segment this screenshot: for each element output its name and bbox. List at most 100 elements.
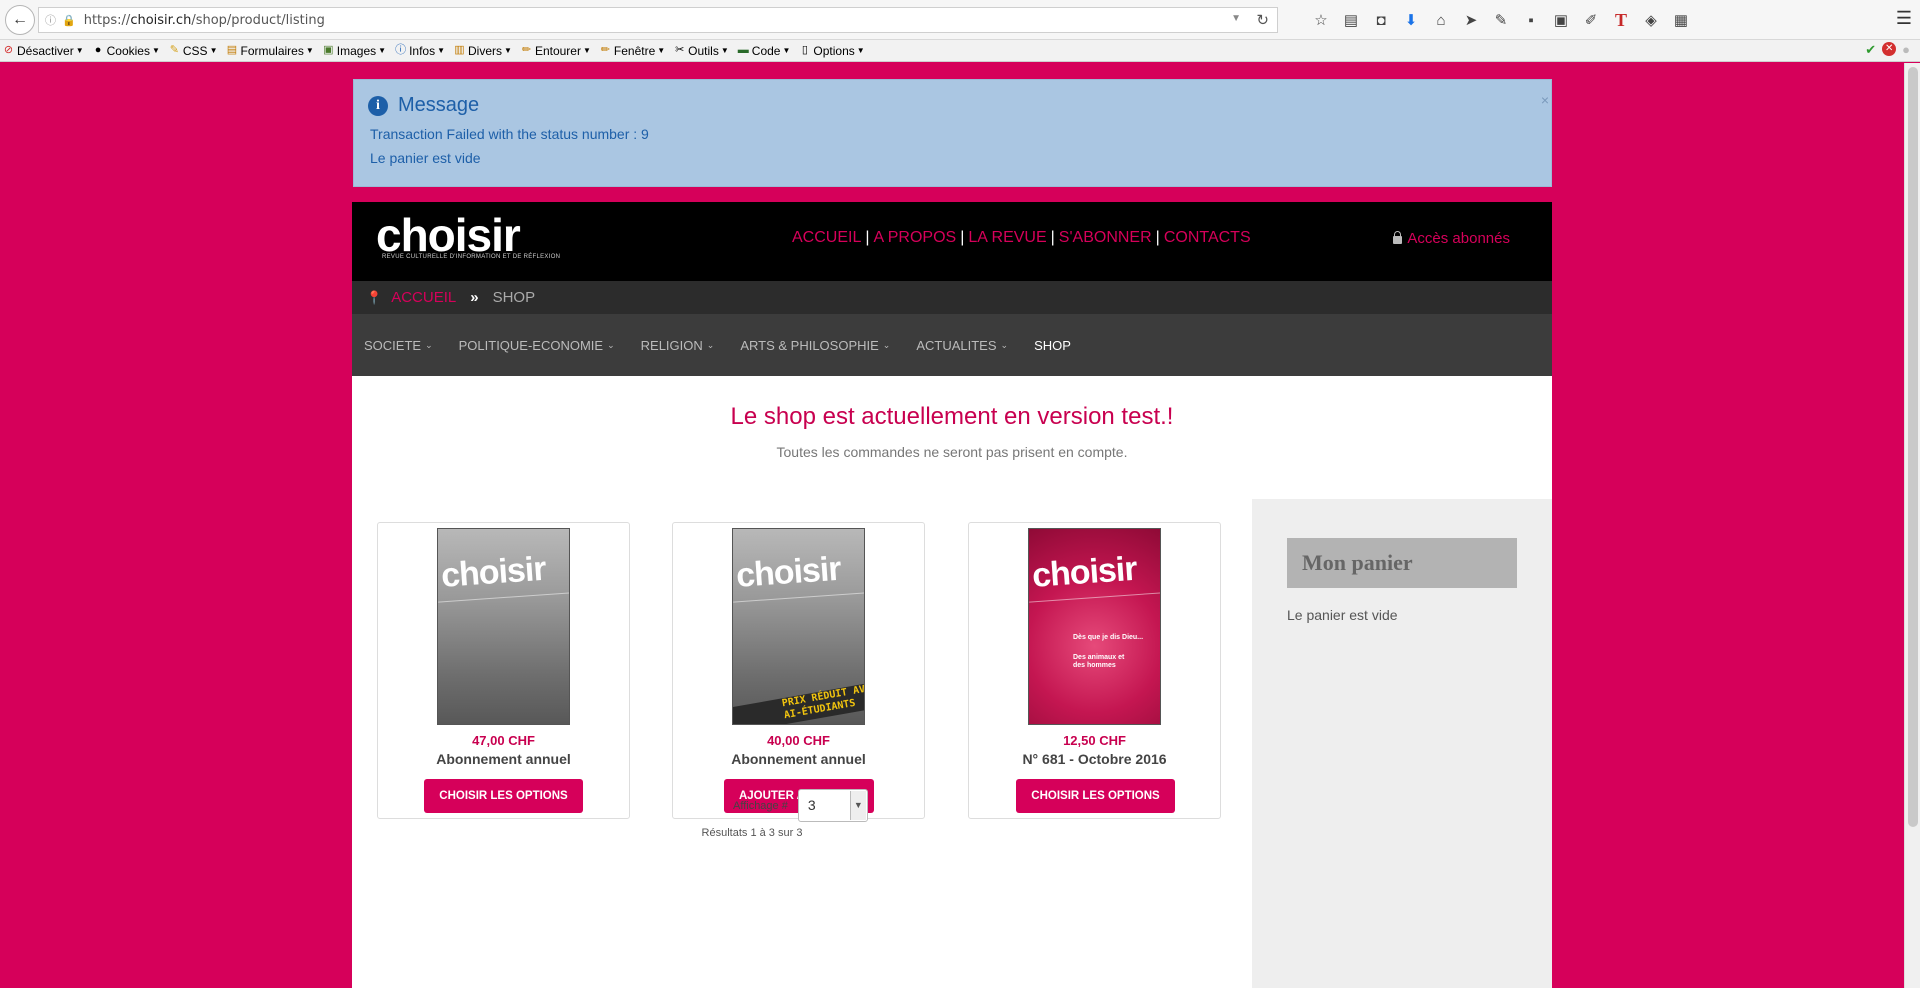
dev-menu-misc[interactable]: ▥ Divers ▼ <box>453 44 512 58</box>
product-card: choisir PRIX RÉDUIT AVS-AI-ÉTUDIANTS 40,… <box>672 522 925 819</box>
dev-menu-code[interactable]: ▬ Code ▼ <box>737 44 791 58</box>
breadcrumb-current: SHOP <box>492 289 536 306</box>
info-icon: ⓘ <box>395 44 407 56</box>
pocket-icon[interactable]: ◘ <box>1366 8 1396 32</box>
reload-icon[interactable]: ↻ <box>1256 11 1269 29</box>
url-text[interactable]: https://choisir.ch/shop/product/listing <box>84 13 325 28</box>
menu-politique-economie[interactable]: POLITIQUE-ECONOMIE ⌄ <box>459 338 615 353</box>
page: i Message × Transaction Failed with the … <box>352 63 1552 988</box>
breadcrumb-home[interactable]: ACCUEIL <box>391 289 456 306</box>
product-cover-image[interactable]: choisir PRIX RÉDUIT AVS-AI-ÉTUDIANTS <box>732 528 865 725</box>
chevron-down-icon: ⌄ <box>425 339 433 350</box>
scrollbar[interactable] <box>1904 63 1920 988</box>
chevron-down-icon[interactable]: ▼ <box>849 791 866 820</box>
dev-menu-infos[interactable]: ⓘ Infos ▼ <box>394 44 445 58</box>
cover-stripe: PRIX RÉDUIT AVS-AI-ÉTUDIANTS <box>733 679 864 724</box>
status-circle-icon[interactable]: ● <box>1902 42 1910 58</box>
back-icon[interactable]: ← <box>5 4 35 35</box>
nav-contacts[interactable]: CONTACTS <box>1164 229 1251 247</box>
bookmark-star-icon[interactable]: ☆ <box>1306 8 1336 32</box>
chevron-down-icon: ⌄ <box>882 339 891 350</box>
nav-la-revue[interactable]: LA REVUE <box>968 229 1046 247</box>
eyedropper-icon[interactable]: ✎ <box>1486 8 1516 32</box>
cover-logo: choisir <box>734 549 842 595</box>
info-icon[interactable]: ⓘ <box>45 12 56 28</box>
subscriber-access-label: Accès abonnés <box>1407 230 1510 247</box>
menu-shop[interactable]: SHOP <box>1034 338 1071 353</box>
dev-menu-cookies[interactable]: ● Cookies ▼ <box>92 44 160 58</box>
scrollbar-thumb[interactable] <box>1908 67 1918 827</box>
tools-icon: ✂ <box>675 44 685 56</box>
product-price: 47,00 CHF <box>472 733 535 748</box>
menu-societe[interactable]: SOCIETE ⌄ <box>364 338 433 353</box>
pencil-icon: ✏ <box>600 44 610 56</box>
shop-content: Le shop est actuellement en version test… <box>352 376 1552 988</box>
product-name[interactable]: Abonnement annuel <box>673 751 924 767</box>
close-icon[interactable]: × <box>1541 92 1549 108</box>
site-logo[interactable]: choisir <box>376 212 521 258</box>
text-tool-icon[interactable]: T <box>1606 8 1636 32</box>
site-header: choisir REVUE CULTURELLE D'INFORMATION E… <box>352 202 1552 281</box>
cover-logo: choisir <box>439 549 547 595</box>
url-dropdown-icon[interactable]: ▼ <box>1231 13 1241 24</box>
download-icon[interactable]: ⬇ <box>1396 8 1426 32</box>
double-chevron-icon: » <box>470 289 479 306</box>
top-nav: ACCUEIL | A PROPOS | LA REVUE | S'ABONNER | … <box>792 229 1251 247</box>
dev-menu-options[interactable]: ▯ Options ▼ <box>798 44 865 58</box>
menu-religion[interactable]: RELIGION ⌄ <box>641 338 715 353</box>
screenshot-icon[interactable]: ▣ <box>1546 8 1576 32</box>
cover-text: Dès que je dis Dieu... <box>1073 634 1144 641</box>
chevron-down-icon: ⌄ <box>607 339 615 350</box>
check-icon[interactable]: ✔ <box>1865 42 1876 58</box>
dev-menu-images[interactable]: ▣ Images ▼ <box>322 44 386 58</box>
nav-accueil[interactable]: ACCUEIL <box>792 229 861 247</box>
chevron-down-icon: ⌄ <box>706 339 715 350</box>
subscriber-access-link[interactable]: Accès abonnés <box>1393 230 1510 247</box>
nav-sabonner[interactable]: S'ABONNER <box>1059 229 1152 247</box>
breadcrumb: 📍 ACCUEIL » SHOP <box>352 281 1552 314</box>
send-icon[interactable]: ➤ <box>1456 8 1486 32</box>
ruler-icon[interactable]: ◈ <box>1636 8 1666 32</box>
main-menu: SOCIETE ⌄ POLITIQUE-ECONOMIE ⌄ RELIGION ⌄ A… <box>352 314 1552 376</box>
dev-menu-tools[interactable]: ✂ Outils ▼ <box>673 44 729 58</box>
dev-menu-outline[interactable]: ✏ Entourer ▼ <box>520 44 591 58</box>
nav-a-propos[interactable]: A PROPOS <box>874 229 957 247</box>
misc-icon: ▥ <box>454 44 465 56</box>
addon-icon[interactable]: ▦ <box>1666 8 1696 32</box>
product-name[interactable]: Abonnement annuel <box>378 751 629 767</box>
lock-icon <box>1393 230 1403 244</box>
dev-menu-forms[interactable]: ▤ Formulaires ▼ <box>226 44 314 58</box>
dev-menu-window[interactable]: ✏ Fenêtre ▼ <box>599 44 665 58</box>
menu-arts-philosophie[interactable]: ARTS & PHILOSOPHIE ⌄ <box>740 338 890 353</box>
forbidden-icon: ⊘ <box>3 44 14 56</box>
product-name[interactable]: N° 681 - Octobre 2016 <box>969 751 1220 767</box>
results-count: Résultats 1 à 3 sur 3 <box>701 827 803 839</box>
choose-options-button[interactable]: CHOISIR LES OPTIONS <box>1016 779 1175 813</box>
pen-icon: ✎ <box>169 44 179 56</box>
product-cover-image[interactable]: choisir <box>437 528 570 725</box>
cover-text: Des animaux et des hommes <box>1073 654 1125 669</box>
message-alert: i Message × Transaction Failed with the … <box>353 79 1552 187</box>
product-cover-image[interactable]: choisir Dès que je dis Dieu... Des anima… <box>1028 528 1161 725</box>
message-title: Message <box>398 94 480 116</box>
cart-empty-text: Le panier est vide <box>1287 607 1398 623</box>
product-price: 12,50 CHF <box>1063 733 1126 748</box>
extension-icon[interactable]: ▪ <box>1516 8 1546 32</box>
image-icon: ▣ <box>323 44 334 56</box>
items-per-page-label: Affichage # <box>733 799 788 812</box>
cart-title: Mon panier <box>1287 538 1517 588</box>
menu-actualites[interactable]: ACTUALITES ⌄ <box>916 338 1008 353</box>
error-icon[interactable]: ✕ <box>1882 42 1897 56</box>
items-per-page-select[interactable]: 3 ▼ <box>797 789 868 822</box>
items-per-page-value: 3 <box>807 797 816 813</box>
cover-line <box>1029 592 1160 603</box>
hamburger-menu-icon[interactable]: ☰ <box>1896 8 1912 29</box>
home-icon[interactable]: ⌂ <box>1426 8 1456 32</box>
choose-options-button[interactable]: CHOISIR LES OPTIONS <box>424 779 583 813</box>
reading-list-icon[interactable]: ▤ <box>1336 8 1366 32</box>
brush-icon[interactable]: ✐ <box>1576 8 1606 32</box>
dev-menu-disable[interactable]: ⊘ Désactiver ▼ <box>2 44 84 58</box>
chevron-down-icon: ⌄ <box>1000 339 1009 350</box>
dev-menu-css[interactable]: ✎ CSS ▼ <box>168 44 218 58</box>
url-bar[interactable]: ⓘ 🔒 https://choisir.ch/shop/product/list… <box>38 7 1278 33</box>
